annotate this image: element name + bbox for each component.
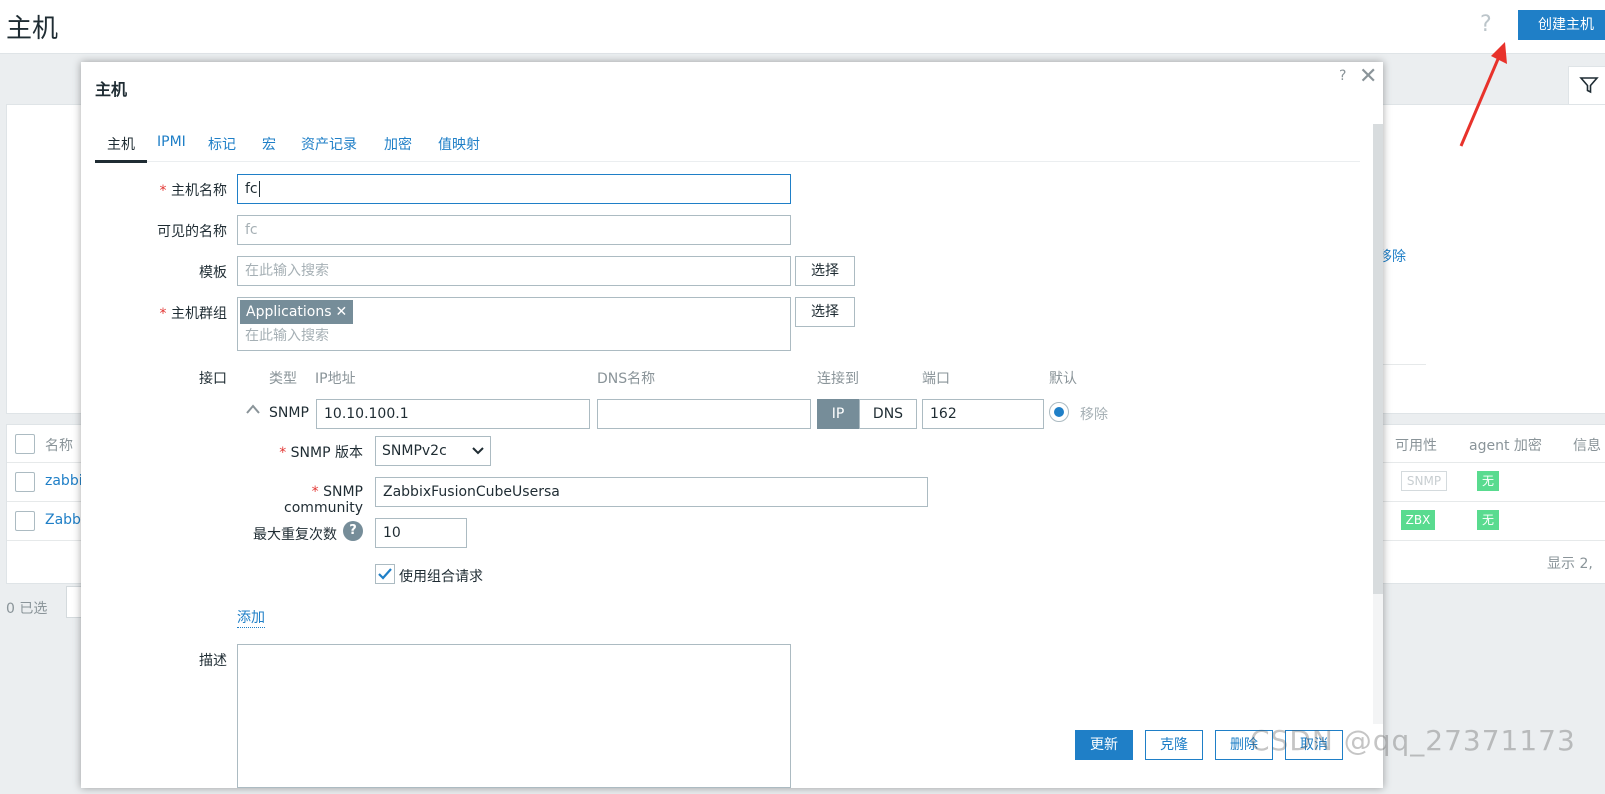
max-repetitions-input[interactable]: 10 (375, 518, 467, 548)
chip-label: Applications (246, 304, 332, 320)
host-group-chip: Applications ✕ (240, 300, 354, 324)
host-groups-select-button[interactable]: 选择 (795, 297, 855, 327)
max-repetitions-label: 最大重复次数 (253, 527, 337, 543)
templates-search-input[interactable]: 在此输入搜索 (237, 256, 791, 286)
selected-count: 0 已选 (6, 601, 48, 617)
snmp-version-label: SNMP 版本 (241, 442, 363, 462)
tab-inventory[interactable]: 资产记录 (301, 134, 357, 162)
snmp-community-input[interactable]: ZabbixFusionCubeUsersa (375, 477, 928, 507)
row-checkbox[interactable] (15, 472, 35, 492)
host-name-link[interactable]: Zabbi (45, 512, 85, 528)
if-dns-input[interactable] (597, 399, 811, 429)
close-icon[interactable]: ✕ (1359, 64, 1377, 89)
row-checkbox[interactable] (15, 511, 35, 531)
if-col-default: 默认 (1049, 371, 1077, 387)
table-footer-count: 显示 2, (1547, 556, 1593, 572)
if-col-port: 端口 (922, 371, 950, 387)
connect-dns-button[interactable]: DNS (859, 399, 917, 429)
question-icon[interactable]: ? (343, 521, 363, 541)
description-label: 描述 (199, 653, 227, 669)
tab-encryption[interactable]: 加密 (384, 134, 412, 162)
help-icon[interactable]: ? (1480, 12, 1492, 37)
tab-bar: 主机 IPMI 标记 宏 资产记录 加密 值映射 (95, 128, 1360, 163)
host-dialog: 主机 ? ✕ 主机 IPMI 标记 宏 资产记录 加密 值映射 主机名称 fc … (81, 62, 1383, 788)
if-col-type: 类型 (269, 371, 297, 387)
tab-value-mapping[interactable]: 值映射 (438, 134, 480, 162)
encryption-badge: 无 (1477, 471, 1499, 491)
connect-ip-button[interactable]: IP (817, 399, 859, 429)
snmp-version-select[interactable]: SNMPv2c (375, 436, 491, 466)
host-groups-label: 主机群组 (141, 303, 227, 323)
host-name-link[interactable]: zabbi (45, 473, 83, 489)
visible-name-input[interactable]: fc (237, 215, 791, 245)
if-remove-link[interactable]: 移除 (1080, 404, 1108, 424)
chevron-up-icon[interactable] (245, 403, 261, 415)
tab-macros[interactable]: 宏 (262, 134, 276, 162)
host-groups-search-input[interactable]: 在此输入搜索 (245, 322, 329, 350)
chip-remove-icon[interactable]: ✕ (336, 304, 348, 320)
availability-badge: SNMP (1401, 471, 1447, 491)
watermark: CSDN @qq_27371173 (1250, 724, 1576, 757)
snmp-version-value: SNMPv2c (382, 443, 447, 459)
if-col-dns: DNS名称 (597, 371, 656, 387)
add-interface-link[interactable]: 添加 (237, 607, 265, 628)
col-encryption-header: agent 加密 (1469, 438, 1542, 454)
bulk-requests-label: 使用组合请求 (399, 569, 483, 585)
tab-tags[interactable]: 标记 (208, 134, 236, 162)
templates-select-button[interactable]: 选择 (795, 256, 855, 286)
checkmark-icon (378, 568, 392, 580)
chevron-down-icon (472, 447, 484, 455)
bulk-requests-checkbox[interactable] (375, 564, 395, 584)
snmp-community-label: SNMP community (231, 484, 363, 516)
if-col-connect-to: 连接到 (817, 371, 859, 387)
dialog-title: 主机 (95, 80, 128, 99)
col-info-header: 信息 (1573, 438, 1601, 454)
filter-tab[interactable] (1568, 66, 1605, 104)
col-availability-header: 可用性 (1395, 438, 1437, 454)
interfaces-label: 接口 (199, 371, 227, 387)
col-name-header[interactable]: 名称 (45, 435, 73, 455)
if-col-ip: IP地址 (315, 371, 356, 387)
annotation-arrow-icon (1459, 42, 1507, 147)
default-interface-radio[interactable] (1049, 402, 1069, 422)
scrollbar-thumb[interactable] (1373, 124, 1383, 594)
select-all-checkbox[interactable] (15, 434, 35, 454)
dialog-help-icon[interactable]: ? (1339, 68, 1346, 84)
host-groups-multiselect[interactable]: Applications ✕ 在此输入搜索 (237, 297, 791, 351)
if-ip-input[interactable]: 10.10.100.1 (316, 399, 590, 429)
create-host-button[interactable]: 创建主机 (1518, 10, 1605, 40)
visible-name-label: 可见的名称 (157, 224, 227, 240)
clone-button[interactable]: 克隆 (1145, 730, 1203, 760)
description-textarea[interactable] (237, 644, 791, 788)
tab-host[interactable]: 主机 (95, 134, 147, 163)
encryption-badge: 无 (1477, 510, 1499, 530)
host-name-input[interactable]: fc (237, 174, 791, 204)
page-title: 主机 (6, 14, 59, 44)
availability-badge: ZBX (1401, 510, 1435, 530)
header-bar: 主机 ? 创建主机 (0, 0, 1605, 54)
templates-label: 模板 (199, 265, 227, 281)
if-type-value: SNMP (269, 405, 309, 421)
filter-icon (1579, 77, 1599, 94)
update-button[interactable]: 更新 (1075, 730, 1133, 760)
tab-ipmi[interactable]: IPMI (157, 134, 186, 158)
host-name-label: 主机名称 (141, 180, 227, 200)
if-port-input[interactable]: 162 (922, 399, 1044, 429)
divider (1380, 364, 1426, 365)
